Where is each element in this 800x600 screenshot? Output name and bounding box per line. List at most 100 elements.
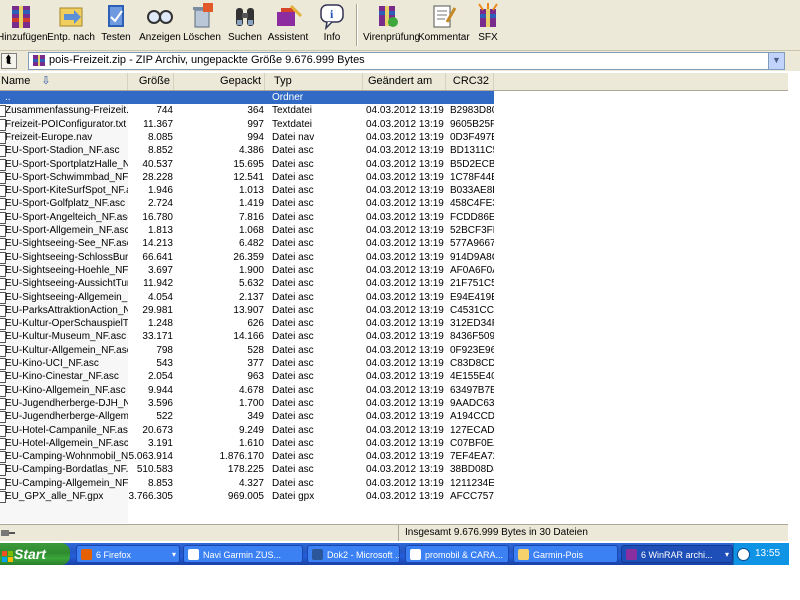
table-row[interactable]: EU-Sightseeing-See_NF.asc 14.213 6.482 Date… [0, 237, 500, 251]
table-row[interactable]: EU-Sightseeing-SchlossBurg_... 66.641 26.3… [0, 251, 500, 264]
table-row[interactable]: EU-Kino-Cinestar_NF.asc 2.054 963 Datei asc… [0, 370, 500, 384]
table-row[interactable]: Freizeit-POIConfigurator.txt 11.367 997 Tex… [0, 118, 500, 131]
start-button[interactable]: Start [0, 543, 70, 565]
cell-crc: 9605B25F [446, 118, 494, 131]
table-row[interactable]: EU-Sport-SportplatzHalle_NF.... 40.537 15.… [0, 158, 500, 171]
cell-name: EU-Kultur-OperSchauspielThe... [0, 317, 128, 331]
table-row[interactable]: EU-Camping-Wohnmobil_NF.asc5.063.914 1.87… [0, 450, 500, 464]
parent-folder-row[interactable]: .. Ordner [0, 91, 500, 104]
cell-name: Zusammenfassung-Freizeit.txt [0, 104, 128, 118]
cell-type: Ordner [265, 91, 363, 104]
wizard-button[interactable]: Assistent [264, 2, 312, 48]
cell-packed: 15.695 [174, 158, 265, 171]
table-row[interactable]: EU-Sport-Angelteich_NF.asc 16.780 7.816 Dat… [0, 211, 500, 224]
table-row[interactable]: EU-Kino-UCI_NF.asc 543 377 Datei asc 04.03.2… [0, 357, 500, 370]
table-row[interactable]: EU-Sightseeing-AussichtTurm... 11.942 5.63… [0, 277, 500, 291]
taskbar-item[interactable]: promobil & CARA... [405, 545, 509, 563]
cell-size: 4.054 [128, 291, 174, 304]
cell-size: 8.085 [128, 131, 174, 144]
cell-type: Datei asc [265, 277, 363, 290]
cell-crc: 1C78F44B [446, 171, 494, 184]
cell-crc: C83D8CDD [446, 357, 494, 370]
network-icon[interactable] [737, 548, 750, 561]
table-row[interactable]: EU-Sport-Allgemein_NF.asc 1.813 1.068 Datei… [0, 224, 500, 237]
table-row[interactable]: EU-Jugendherberge-DJH_NF.... 3.596 1.700 Da… [0, 397, 500, 410]
cell-name-text: EU-Jugendherberge-Allgemei... [5, 411, 128, 423]
archive-path-combobox[interactable]: pois-Freizeit.zip - ZIP Archiv, ungepack… [28, 52, 785, 70]
add-button[interactable]: Hinzufügen [0, 2, 48, 48]
taskbar-item[interactable]: 6 WinRAR archi... ▾ [621, 545, 733, 563]
taskbar-item[interactable]: 6 Firefox ▾ [76, 545, 180, 563]
cell-size: 2.724 [128, 197, 174, 210]
file-icon [0, 424, 6, 437]
table-row[interactable]: EU-Sport-Schwimmbad_NF.asc 28.228 12.541 Da… [0, 171, 500, 184]
table-row[interactable]: EU-Hotel-Campanile_NF.asc 20.673 9.249 Date… [0, 424, 500, 437]
cell-crc-text: FCDD86ED [450, 211, 494, 223]
cell-size: 16.780 [128, 211, 174, 224]
delete-button[interactable]: Löschen [178, 2, 226, 48]
cell-type: Datei gpx [265, 490, 363, 503]
table-row[interactable]: EU-ParksAttraktionAction_NF.... 29.981 13.… [0, 304, 500, 317]
column-header-packed[interactable]: Gepackt [174, 73, 265, 90]
table-row[interactable]: EU-Camping-Allgemein_NF.asc 8.853 4.327 Dat… [0, 477, 500, 490]
cell-name-text: Freizeit-POIConfigurator.txt [5, 118, 127, 130]
table-row[interactable]: EU-Kino-Allgemein_NF.asc 9.944 4.678 Datei … [0, 384, 500, 397]
table-row[interactable]: EU-Hotel-Allgemein_NF.asc 3.191 1.610 Datei… [0, 437, 500, 450]
taskbar-item[interactable]: Dok2 - Microsoft ... [307, 545, 400, 563]
column-header-name[interactable]: Name ⇩ [0, 73, 128, 90]
cell-crc: B2983D80 [446, 104, 494, 117]
cell-size-text: 40.537 [142, 158, 173, 170]
taskbar-item[interactable]: Garmin-Pois [513, 545, 618, 563]
view-button[interactable]: Anzeigen [136, 2, 184, 48]
column-header-size[interactable]: Größe [128, 73, 174, 90]
test-button[interactable]: Testen [92, 2, 140, 48]
table-row[interactable]: EU-Kultur-OperSchauspielThe... 1.248 626 Da… [0, 317, 500, 331]
cell-size-text: 744 [156, 105, 173, 117]
table-row[interactable]: EU-Sightseeing-Allgemein_NF... 4.054 2.137… [0, 291, 500, 304]
info-label: Info [323, 32, 341, 43]
taskbar-item[interactable]: Navi Garmin ZUS... [183, 545, 303, 563]
cell-packed: 9.249 [174, 424, 265, 437]
table-row[interactable]: EU-Sport-Stadion_NF.asc 8.852 4.386 Datei a… [0, 144, 500, 158]
table-row[interactable]: Freizeit-Europe.nav 8.085 994 Datei nav 04.0… [0, 131, 500, 144]
cell-name: EU-Sport-Allgemein_NF.asc [0, 224, 128, 237]
cell-packed: 12.541 [174, 171, 265, 184]
extract-to-button[interactable]: Entp. nach [47, 2, 95, 48]
up-folder-button[interactable]: ⮬ [1, 53, 17, 69]
cell-crc: C07BF0EA [446, 437, 494, 450]
table-row[interactable]: Zusammenfassung-Freizeit.txt 744 364 Textda… [0, 104, 500, 118]
cell-modified: 04.03.2012 13:19 [363, 291, 446, 304]
table-row[interactable]: EU-Kultur-Allgemein_NF.asc 798 528 Datei as… [0, 344, 500, 357]
taskbar: Start 6 Firefox ▾ Navi Garmin ZUS... Dok2 -… [0, 543, 789, 565]
sfx-button[interactable]: SFX [464, 2, 512, 48]
file-list[interactable]: Name ⇩ Größe Gepackt Typ Geändert am CRC… [0, 73, 788, 523]
cell-name-text: EU-Kultur-OperSchauspielThe... [5, 318, 128, 330]
comment-button[interactable]: Kommentar [418, 2, 470, 48]
column-header-crc[interactable]: CRC32 [446, 73, 494, 90]
add-archive-icon [6, 2, 36, 30]
cell-packed: 6.482 [174, 237, 265, 250]
clock[interactable]: 13:55 [755, 543, 780, 565]
table-row[interactable]: EU-Sightseeing-Hoehle_NF.asc 3.697 1.900 Da… [0, 264, 500, 277]
table-row[interactable]: EU-Sport-KiteSurfSpot_NF.asc 1.946 1.013 Da… [0, 184, 500, 198]
column-name-label: Name [1, 75, 31, 87]
chevron-down-icon[interactable]: ▼ [768, 53, 784, 69]
cell-packed-text: 13.907 [233, 304, 264, 316]
info-button[interactable]: i Info [308, 2, 356, 48]
column-header-modified[interactable]: Geändert am [363, 73, 446, 90]
cell-type: Datei asc [265, 370, 363, 383]
column-header-type[interactable]: Typ [265, 73, 363, 90]
wizard-label: Assistent [267, 32, 309, 43]
table-row[interactable]: EU-Sport-Golfplatz_NF.asc 2.724 1.419 Datei… [0, 197, 500, 211]
virus-scan-button[interactable]: Virenprüfung [363, 2, 420, 48]
cell-name-text: EU-Sport-KiteSurfSpot_NF.asc [5, 185, 128, 197]
cell-crc: 127ECADF [446, 424, 494, 437]
cell-type-text: Datei asc [272, 198, 314, 210]
table-row[interactable]: EU-Camping-Bordatlas_NF.asc 510.583 178.22… [0, 463, 500, 477]
cell-name: Freizeit-POIConfigurator.txt [0, 118, 128, 131]
table-row[interactable]: EU-Kultur-Museum_NF.asc 33.171 14.166 Datei… [0, 330, 500, 344]
cell-name: EU-Camping-Allgemein_NF.asc [0, 477, 128, 490]
find-button[interactable]: Suchen [221, 2, 269, 48]
table-row[interactable]: EU-Jugendherberge-Allgemei... 522 349 Datei… [0, 410, 500, 424]
table-row[interactable]: EU_GPX_alle_NF.gpx 3.766.305 969.005 Datei … [0, 490, 500, 503]
